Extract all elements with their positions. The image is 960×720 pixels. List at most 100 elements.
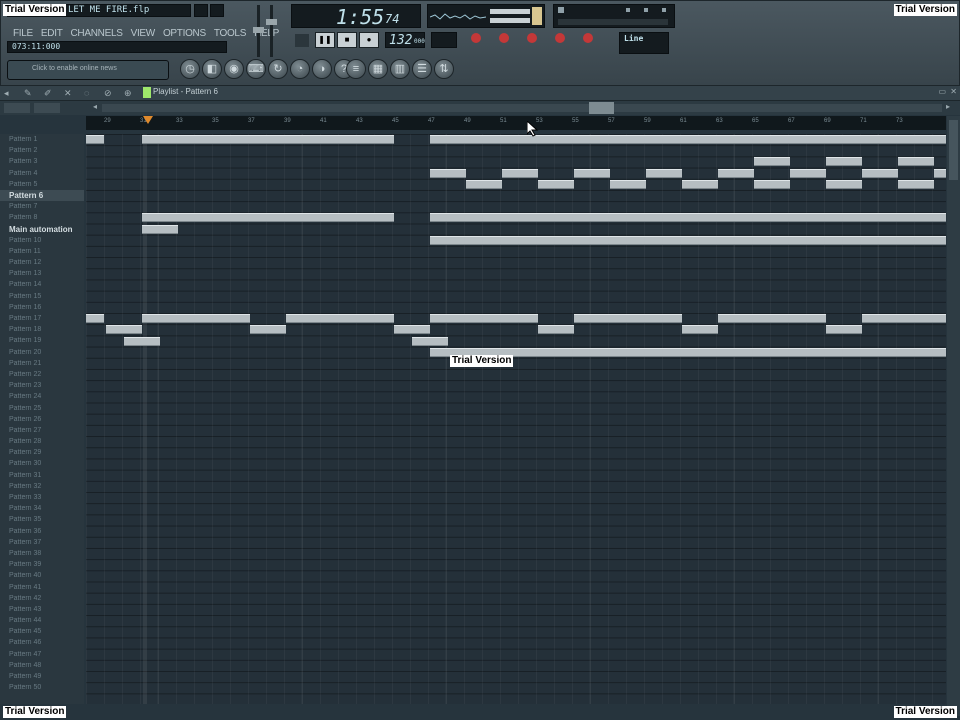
track-label[interactable]: Pattern 40 <box>0 570 84 581</box>
pattern-clip[interactable] <box>502 168 538 178</box>
pattern-clip[interactable] <box>466 179 502 189</box>
pattern-clip[interactable] <box>682 325 718 335</box>
track-label[interactable]: Pattern 50 <box>0 682 84 693</box>
track-label[interactable]: Pattern 47 <box>0 649 84 660</box>
pattern-clip[interactable] <box>898 179 934 189</box>
pattern-clip[interactable] <box>250 325 286 335</box>
record-arm-icon[interactable] <box>527 33 537 43</box>
track-label[interactable]: Pattern 16 <box>0 302 84 313</box>
pattern-clip[interactable] <box>862 168 898 178</box>
pattern-clip[interactable] <box>718 314 826 324</box>
vertical-scrollbar[interactable] <box>947 116 960 716</box>
track-label[interactable]: Pattern 41 <box>0 582 84 593</box>
pattern-clip[interactable] <box>86 314 104 324</box>
menu-view[interactable]: VIEW <box>131 28 156 39</box>
wait-icon[interactable]: ◔ <box>290 59 310 79</box>
track-label[interactable]: Main automation <box>0 224 84 235</box>
stop-button[interactable]: ■ <box>337 32 357 48</box>
track-label[interactable]: Pattern 26 <box>0 414 84 425</box>
track-label[interactable]: Pattern 48 <box>0 660 84 671</box>
pattern-clip[interactable] <box>610 179 646 189</box>
scrollbar-thumb[interactable] <box>589 102 614 114</box>
track-label[interactable]: Pattern 45 <box>0 626 84 637</box>
step-edit-icon[interactable]: ◧ <box>202 59 222 79</box>
maximize-icon[interactable]: ▭ <box>938 87 946 96</box>
record-arm-icon[interactable] <box>555 33 565 43</box>
pattern-clip[interactable] <box>142 224 178 234</box>
pattern-clip[interactable] <box>790 168 826 178</box>
record-arm-icon[interactable] <box>471 33 481 43</box>
track-label[interactable]: Pattern 1 <box>0 134 84 145</box>
pattern-clip[interactable] <box>142 135 394 144</box>
metronome-icon[interactable]: ◷ <box>180 59 200 79</box>
blend-icon[interactable]: ◉ <box>224 59 244 79</box>
track-label[interactable]: Pattern 35 <box>0 514 84 525</box>
track-label[interactable]: Pattern 39 <box>0 559 84 570</box>
pattern-clip[interactable] <box>646 168 682 178</box>
horizontal-scrollbar[interactable] <box>102 102 942 114</box>
pattern-clip[interactable] <box>718 168 754 178</box>
pattern-clip[interactable] <box>142 213 394 223</box>
track-label[interactable]: Pattern 21 <box>0 358 84 369</box>
track-label[interactable]: Pattern 15 <box>0 291 84 302</box>
view-toggle-button[interactable] <box>4 103 30 113</box>
pattern-song-toggle[interactable] <box>295 34 309 47</box>
pattern-clip[interactable] <box>142 314 250 324</box>
browser-icon[interactable]: ☰ <box>412 59 432 79</box>
track-label[interactable]: Pattern 36 <box>0 526 84 537</box>
track-label[interactable]: Pattern 8 <box>0 212 84 223</box>
view-toggle-button[interactable] <box>34 103 60 113</box>
scroll-left-icon[interactable]: ◂ <box>93 102 97 111</box>
close-icon[interactable]: ✕ <box>950 87 957 96</box>
pattern-clip[interactable] <box>86 135 104 144</box>
pattern-clip[interactable] <box>826 325 862 335</box>
track-label[interactable]: Pattern 10 <box>0 235 84 246</box>
track-label[interactable]: Pattern 29 <box>0 447 84 458</box>
track-label[interactable]: Pattern 28 <box>0 436 84 447</box>
track-label[interactable]: Pattern 25 <box>0 403 84 414</box>
vertical-scrollbar-thumb[interactable] <box>949 120 958 180</box>
close-button[interactable] <box>210 4 224 17</box>
scroll-right-icon[interactable]: ▸ <box>946 102 950 111</box>
track-label[interactable]: Pattern 37 <box>0 537 84 548</box>
track-label[interactable]: Pattern 3 <box>0 156 84 167</box>
track-label[interactable]: Pattern 18 <box>0 324 84 335</box>
track-label[interactable]: Pattern 33 <box>0 492 84 503</box>
track-label[interactable]: Pattern 4 <box>0 168 84 179</box>
pattern-clip[interactable] <box>934 168 946 178</box>
tempo-display[interactable]: 132 000 <box>385 32 425 48</box>
menu-channels[interactable]: CHANNELS <box>71 28 123 39</box>
track-label[interactable]: Pattern 7 <box>0 201 84 212</box>
timeline-ruler[interactable]: 29 31 33 35 37 39 41 43 45 47 49 51 53 55 57 59 61 63 65 67… <box>86 116 946 130</box>
snap-icon[interactable]: ◂ <box>4 88 9 99</box>
playlist-play-icon[interactable] <box>143 87 151 98</box>
track-label[interactable]: Pattern 46 <box>0 637 84 648</box>
track-label[interactable]: Pattern 13 <box>0 268 84 279</box>
track-label[interactable]: Pattern 43 <box>0 604 84 615</box>
track-label[interactable]: Pattern 20 <box>0 347 84 358</box>
track-label[interactable]: Pattern 17 <box>0 313 84 324</box>
menu-tools[interactable]: TOOLS <box>214 28 247 39</box>
master-sliders[interactable] <box>251 5 281 57</box>
track-label[interactable]: Pattern 14 <box>0 279 84 290</box>
song-start-marker[interactable] <box>143 116 153 124</box>
track-label[interactable]: Pattern 30 <box>0 458 84 469</box>
online-news-bar[interactable]: Click to enable online news <box>7 60 169 80</box>
draw-tool-icon[interactable]: ✎ <box>24 88 32 99</box>
track-label[interactable]: Pattern 27 <box>0 425 84 436</box>
track-label[interactable]: Pattern 2 <box>0 145 84 156</box>
track-label[interactable]: Pattern 23 <box>0 380 84 391</box>
pattern-clip[interactable] <box>538 179 574 189</box>
pattern-clip[interactable] <box>430 314 538 324</box>
step-sequencer-icon[interactable]: ▦ <box>368 59 388 79</box>
track-label[interactable]: Pattern 31 <box>0 470 84 481</box>
zoom-tool-icon[interactable]: ⊕ <box>124 88 132 99</box>
pattern-clip[interactable] <box>754 179 790 189</box>
pattern-clip[interactable] <box>538 325 574 335</box>
track-label[interactable]: Pattern 38 <box>0 548 84 559</box>
track-label[interactable]: Pattern 42 <box>0 593 84 604</box>
track-label[interactable]: Pattern 11 <box>0 246 84 257</box>
pattern-clip[interactable] <box>826 157 862 167</box>
piano-roll-icon[interactable]: ▥ <box>390 59 410 79</box>
pattern-clip[interactable] <box>124 336 160 346</box>
